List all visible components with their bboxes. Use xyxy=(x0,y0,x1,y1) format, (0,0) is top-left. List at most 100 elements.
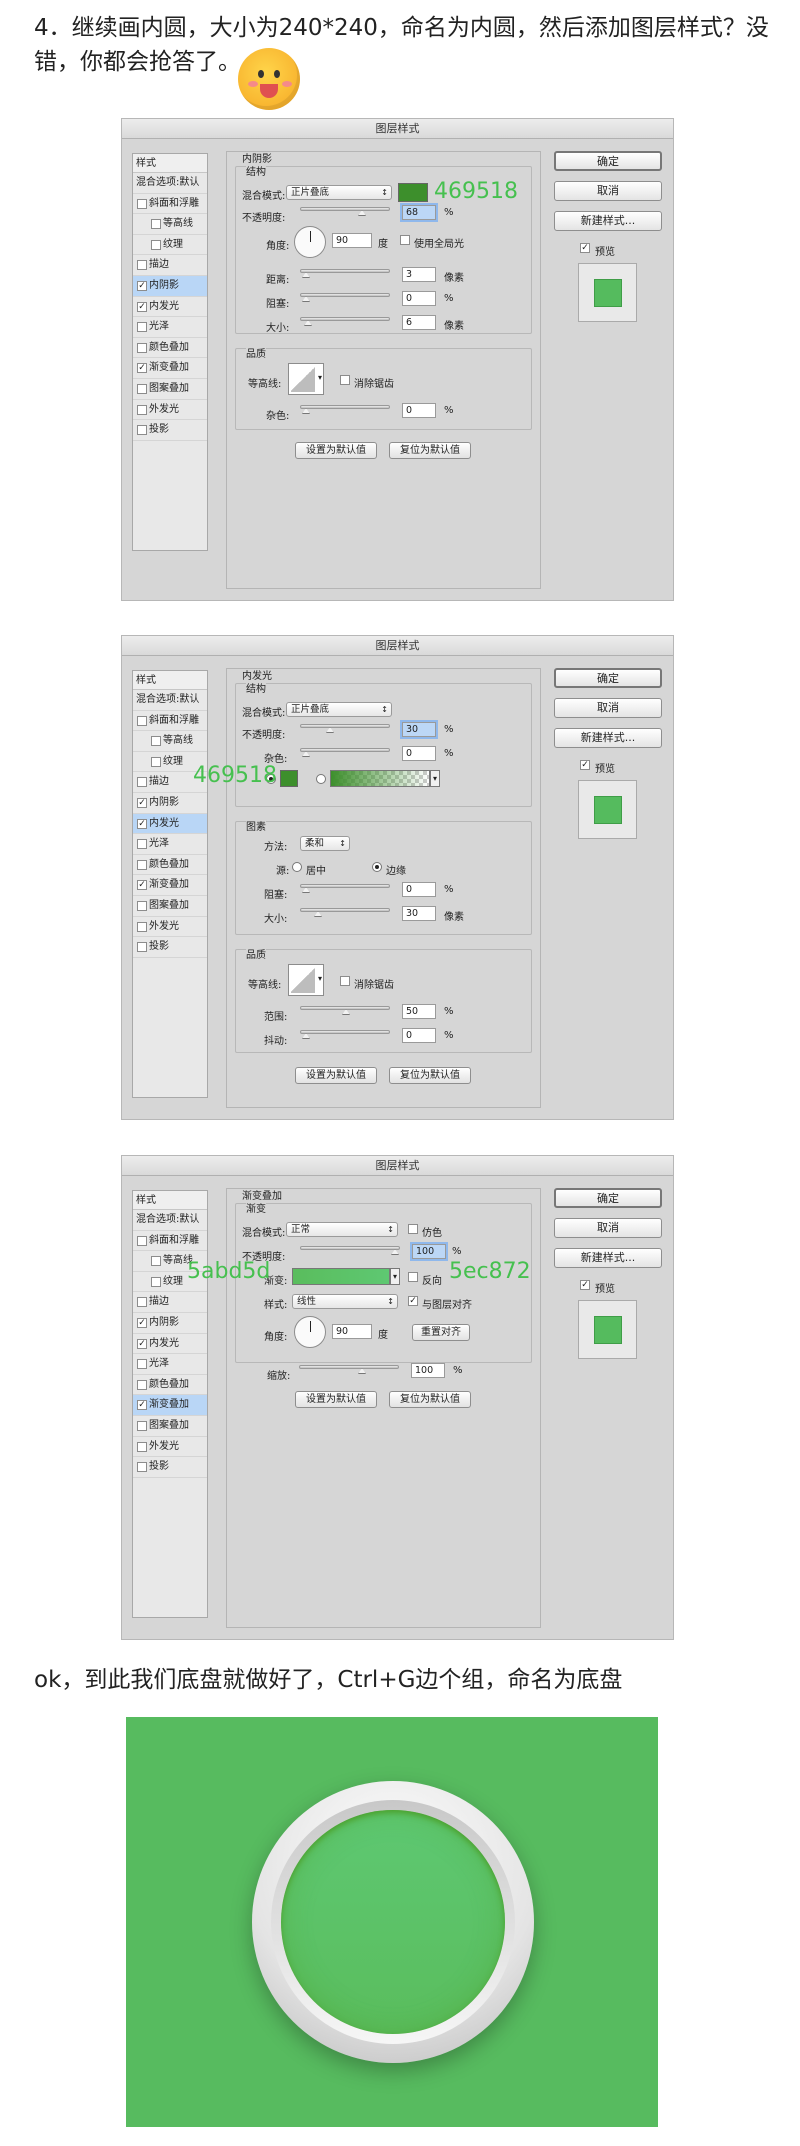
scale-input[interactable]: 100 xyxy=(411,1363,445,1378)
sidebar-item[interactable]: ✓ 内阴影 xyxy=(133,1313,207,1334)
new-style-button[interactable]: 新建样式... xyxy=(554,1248,662,1268)
sidebar-checkbox[interactable] xyxy=(137,1359,147,1370)
sidebar-item[interactable]: ✓ 渐变叠加 xyxy=(133,1395,207,1416)
range-slider[interactable] xyxy=(300,1006,390,1015)
sidebar-checkbox[interactable] xyxy=(137,198,147,209)
method-select[interactable]: 柔和 xyxy=(300,836,350,851)
choke-slider[interactable] xyxy=(300,293,390,302)
reset-default-button[interactable]: 复位为默认值 xyxy=(389,1391,471,1408)
contour-picker[interactable] xyxy=(288,964,324,996)
sidebar-checkbox[interactable] xyxy=(151,1256,161,1267)
sidebar-checkbox[interactable]: ✓ xyxy=(137,1400,147,1411)
new-style-button[interactable]: 新建样式... xyxy=(554,728,662,748)
angle-input[interactable]: 90 xyxy=(332,233,372,248)
color-swatch[interactable] xyxy=(398,183,428,202)
blend-mode-select[interactable]: 正片叠底 xyxy=(286,702,392,717)
opacity-input[interactable]: 68 xyxy=(402,205,436,220)
sidebar-item[interactable]: 混合选项:默认 xyxy=(133,173,207,194)
opacity-slider[interactable] xyxy=(300,1246,400,1255)
sidebar-checkbox[interactable]: ✓ xyxy=(137,1317,147,1328)
sidebar-checkbox[interactable] xyxy=(137,859,147,870)
sidebar-checkbox[interactable]: ✓ xyxy=(137,797,147,808)
angle-input[interactable]: 90 xyxy=(332,1324,372,1339)
set-default-button[interactable]: 设置为默认值 xyxy=(295,1391,377,1408)
size-slider[interactable] xyxy=(300,317,390,326)
gradient-radio[interactable] xyxy=(316,774,326,784)
sidebar-item[interactable]: 投影 xyxy=(133,1457,207,1478)
sidebar-checkbox[interactable] xyxy=(151,239,161,250)
reset-default-button[interactable]: 复位为默认值 xyxy=(389,1067,471,1084)
size-input[interactable]: 6 xyxy=(402,315,436,330)
preview-checkbox[interactable]: ✓ xyxy=(580,1280,590,1290)
sidebar-checkbox[interactable] xyxy=(137,1420,147,1431)
glow-color-swatch[interactable] xyxy=(280,770,298,787)
sidebar-item[interactable]: 描边 xyxy=(133,1292,207,1313)
anti-alias-checkbox[interactable] xyxy=(340,976,350,986)
sidebar-item[interactable]: ✓ 内发光 xyxy=(133,297,207,318)
ok-button[interactable]: 确定 xyxy=(554,151,662,171)
noise-slider[interactable] xyxy=(300,748,390,757)
distance-input[interactable]: 3 xyxy=(402,267,436,282)
sidebar-checkbox[interactable]: ✓ xyxy=(137,363,147,374)
preview-checkbox[interactable]: ✓ xyxy=(580,760,590,770)
sidebar-checkbox[interactable] xyxy=(151,219,161,230)
sidebar-checkbox[interactable] xyxy=(137,1379,147,1390)
edge-radio[interactable] xyxy=(372,862,382,872)
angle-dial[interactable] xyxy=(294,1316,326,1348)
sidebar-checkbox[interactable] xyxy=(137,1441,147,1452)
sidebar-item[interactable]: 混合选项:默认 xyxy=(133,690,207,711)
align-checkbox[interactable]: ✓ xyxy=(408,1296,418,1306)
sidebar-item[interactable]: 外发光 xyxy=(133,917,207,938)
blend-mode-select[interactable]: 正常 xyxy=(286,1222,398,1237)
sidebar-checkbox[interactable] xyxy=(151,736,161,747)
sidebar-item[interactable]: 等高线 xyxy=(133,731,207,752)
sidebar-item[interactable]: 混合选项:默认 xyxy=(133,1210,207,1231)
sidebar-item[interactable]: 光泽 xyxy=(133,317,207,338)
scale-slider[interactable] xyxy=(299,1365,399,1374)
sidebar-item[interactable]: 斜面和浮雕 xyxy=(133,194,207,215)
sidebar-item[interactable]: 斜面和浮雕 xyxy=(133,711,207,732)
sidebar-item[interactable]: 图案叠加 xyxy=(133,1416,207,1437)
angle-dial[interactable] xyxy=(294,226,326,258)
reverse-checkbox[interactable] xyxy=(408,1272,418,1282)
sidebar-item[interactable]: 光泽 xyxy=(133,834,207,855)
sidebar-checkbox[interactable] xyxy=(137,383,147,394)
sidebar-checkbox[interactable] xyxy=(137,1297,147,1308)
sidebar-checkbox[interactable] xyxy=(137,1462,147,1473)
anti-alias-checkbox[interactable] xyxy=(340,375,350,385)
sidebar-checkbox[interactable] xyxy=(137,425,147,436)
global-light-checkbox[interactable] xyxy=(400,235,410,245)
size-slider[interactable] xyxy=(300,908,390,917)
sidebar-checkbox[interactable]: ✓ xyxy=(137,880,147,891)
choke-input[interactable]: 0 xyxy=(402,291,436,306)
sidebar-item[interactable]: 外发光 xyxy=(133,400,207,421)
gradient-bar[interactable] xyxy=(292,1268,390,1285)
reset-align-button[interactable]: 重置对齐 xyxy=(412,1324,470,1341)
gradient-bar[interactable] xyxy=(330,770,430,787)
blend-mode-select[interactable]: 正片叠底 xyxy=(286,185,392,200)
sidebar-item[interactable]: 斜面和浮雕 xyxy=(133,1231,207,1252)
sidebar-checkbox[interactable] xyxy=(137,715,147,726)
size-input[interactable]: 30 xyxy=(402,906,436,921)
sidebar-item[interactable]: 描边 xyxy=(133,255,207,276)
jitter-input[interactable]: 0 xyxy=(402,1028,436,1043)
sidebar-item[interactable]: 投影 xyxy=(133,937,207,958)
dither-checkbox[interactable] xyxy=(408,1224,418,1234)
cancel-button[interactable]: 取消 xyxy=(554,181,662,201)
cancel-button[interactable]: 取消 xyxy=(554,1218,662,1238)
sidebar-checkbox[interactable]: ✓ xyxy=(137,301,147,312)
sidebar-checkbox[interactable] xyxy=(151,756,161,767)
contour-picker[interactable] xyxy=(288,363,324,395)
sidebar-checkbox[interactable] xyxy=(137,1235,147,1246)
sidebar-checkbox[interactable] xyxy=(137,921,147,932)
sidebar-item[interactable]: 颜色叠加 xyxy=(133,338,207,359)
sidebar-item[interactable]: ✓ 渐变叠加 xyxy=(133,358,207,379)
cancel-button[interactable]: 取消 xyxy=(554,698,662,718)
noise-input[interactable]: 0 xyxy=(402,746,436,761)
sidebar-item[interactable]: 颜色叠加 xyxy=(133,1375,207,1396)
set-default-button[interactable]: 设置为默认值 xyxy=(295,1067,377,1084)
gradient-dropdown-arrow-icon[interactable]: ▾ xyxy=(390,1268,400,1285)
sidebar-item[interactable]: 纹理 xyxy=(133,235,207,256)
sidebar-item[interactable]: 图案叠加 xyxy=(133,379,207,400)
sidebar-checkbox[interactable] xyxy=(137,900,147,911)
